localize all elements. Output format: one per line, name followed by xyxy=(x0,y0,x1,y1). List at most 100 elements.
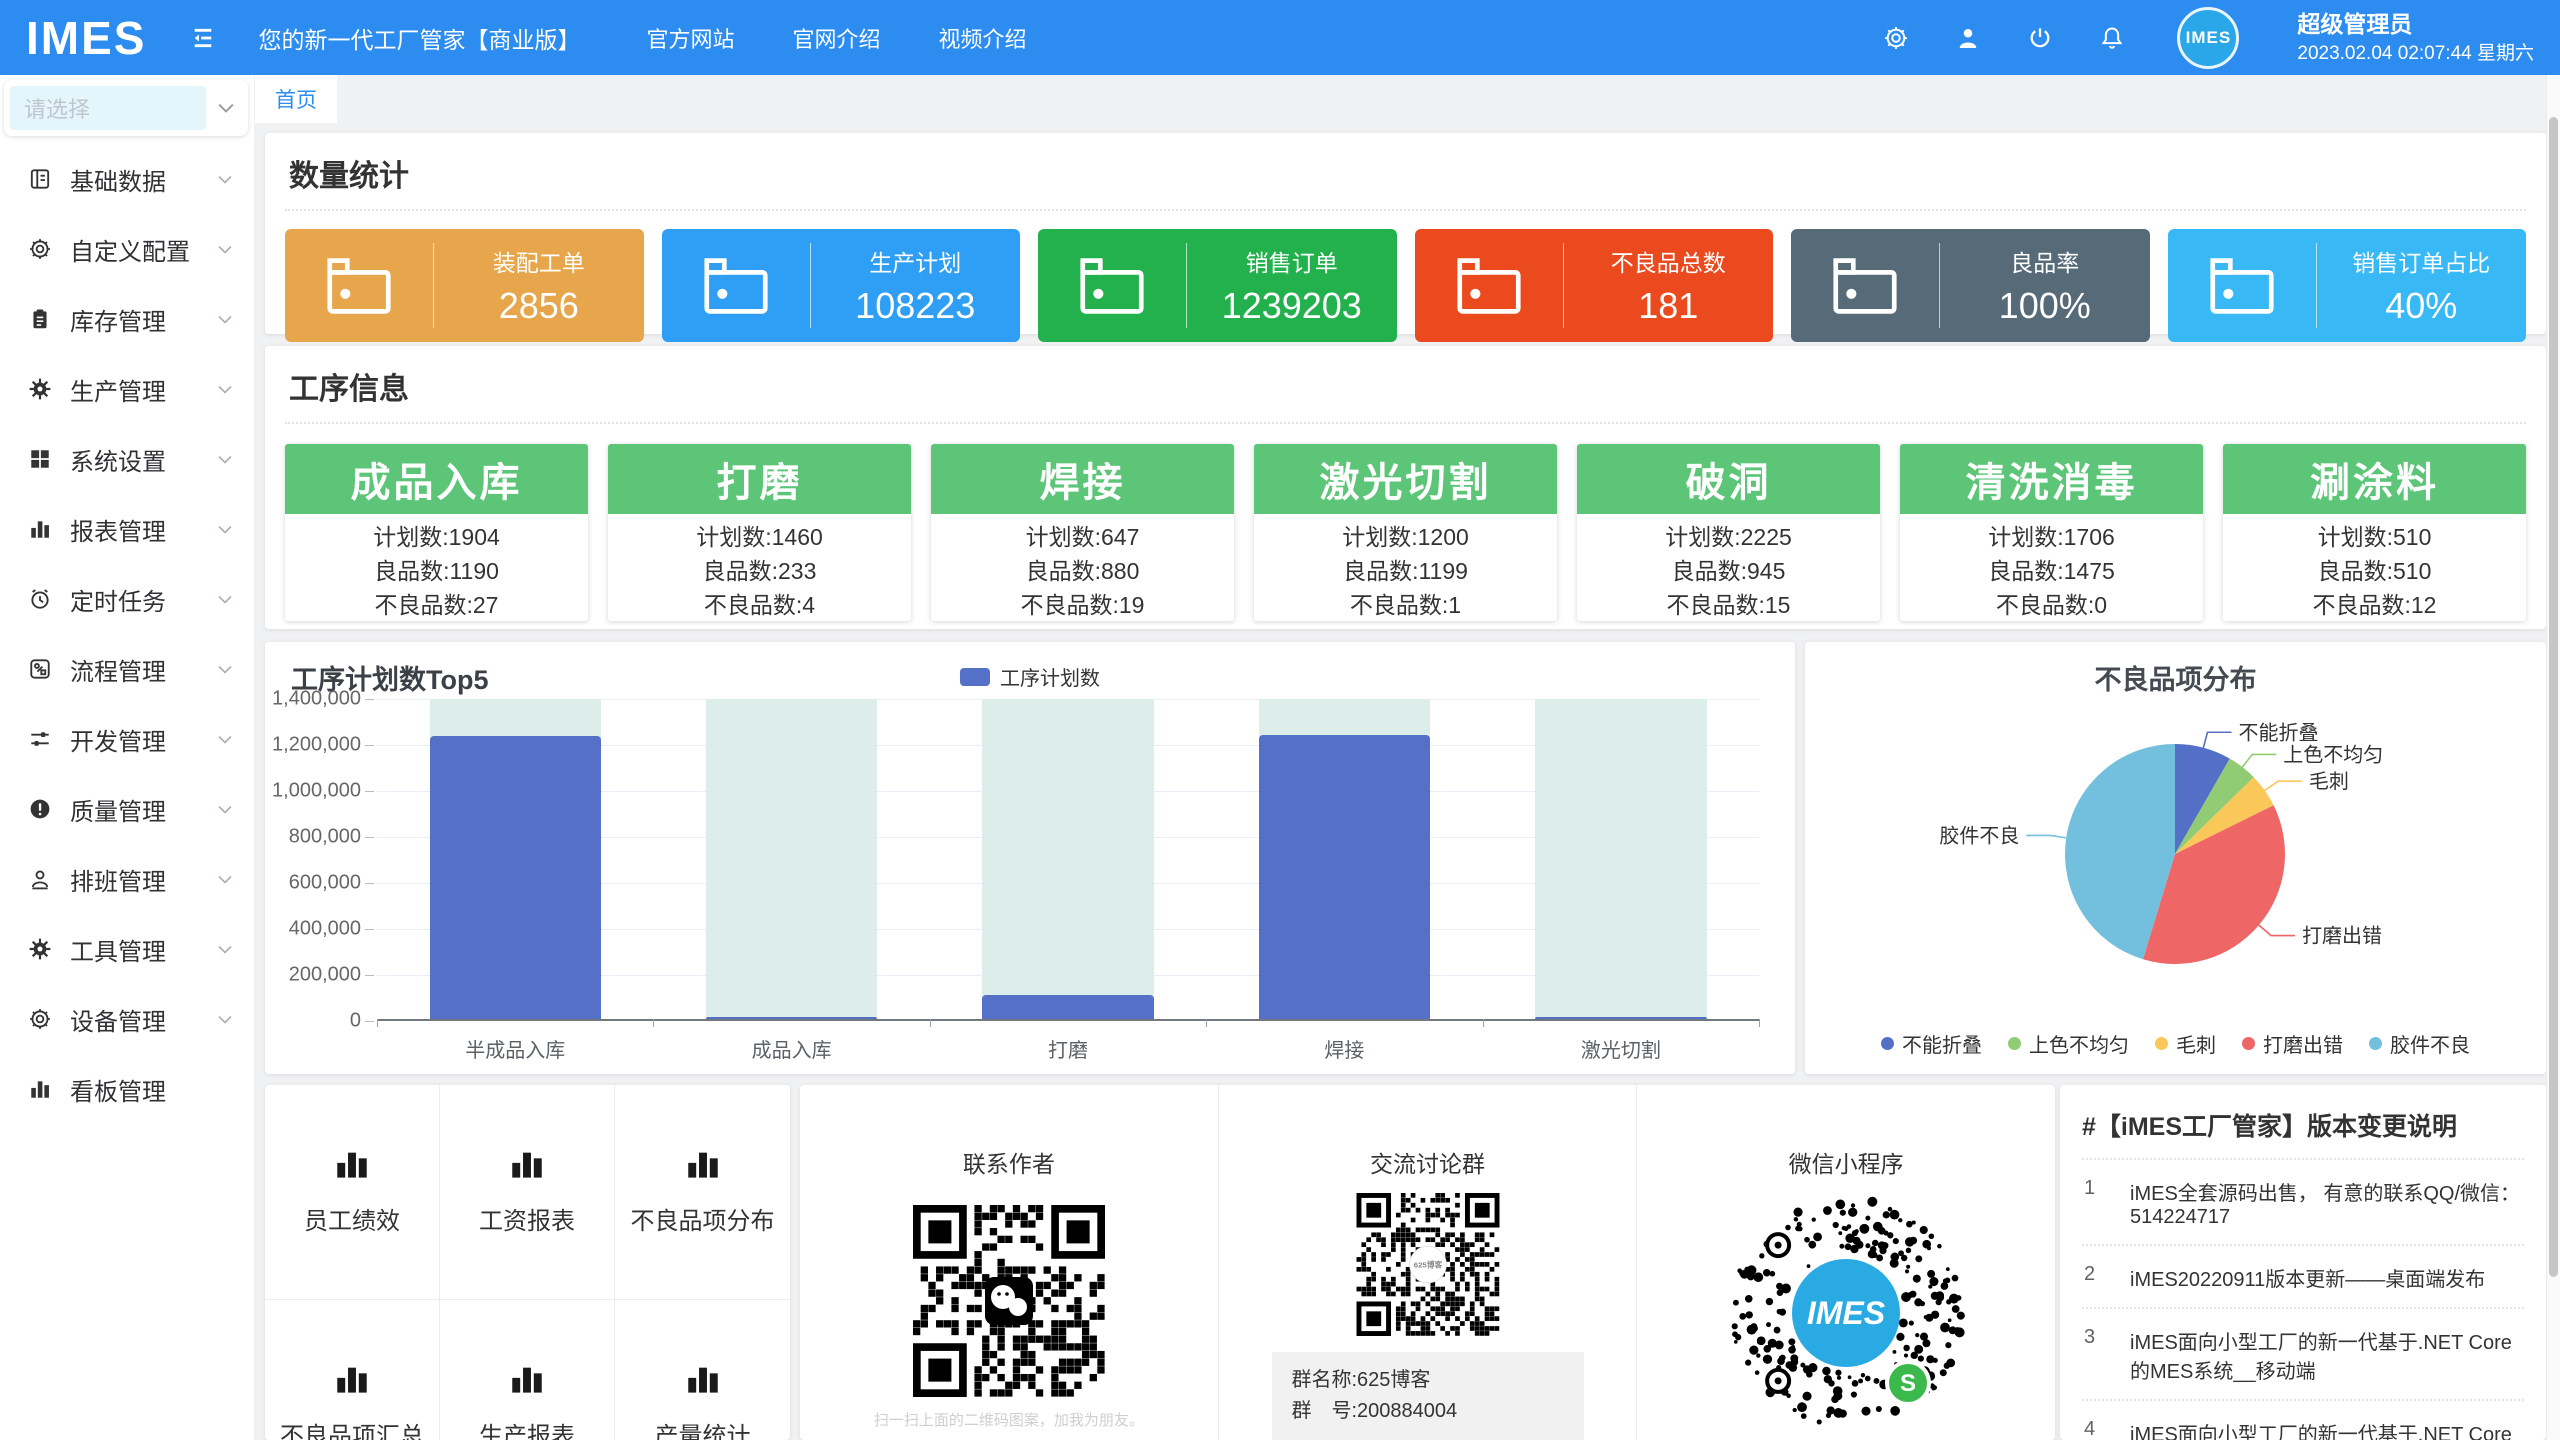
pie-legend-item-上色不均匀[interactable]: 上色不均匀 xyxy=(2008,1029,2129,1058)
sidebar-item-13[interactable]: 设备管理 xyxy=(0,984,254,1054)
group-name: 群名称:625博客 xyxy=(1292,1365,1564,1396)
pie-label: 毛刺 xyxy=(2309,770,2349,793)
top-nav: 官方网站 官网介绍 视频介绍 xyxy=(646,22,1026,54)
sidebar-item-14[interactable]: 看板管理 xyxy=(0,1054,254,1124)
report-shortcut-4[interactable]: 不良品项汇总 xyxy=(265,1300,440,1440)
gear-icon xyxy=(28,237,52,261)
sidebar-item-7[interactable]: 定时任务 xyxy=(0,564,254,634)
changelog-number: 2 xyxy=(2084,1263,2130,1292)
bar xyxy=(982,995,1153,1019)
sidebar-item-3[interactable]: 库存管理 xyxy=(0,284,254,354)
nav-link-video-intro[interactable]: 视频介绍 xyxy=(939,22,1027,54)
settings-icon[interactable] xyxy=(1883,25,1909,51)
changelog-text: iMES面向小型工厂的新一代基于.NET Core的MES系统__移动端 xyxy=(2130,1326,2522,1384)
report-shortcut-1[interactable]: 员工绩效 xyxy=(265,1085,440,1300)
sidebar-item-8[interactable]: 流程管理 xyxy=(0,634,254,704)
pie-legend-item-打磨出错[interactable]: 打磨出错 xyxy=(2242,1029,2343,1058)
process-name: 成品入库 xyxy=(285,444,588,514)
user-name: 超级管理员 xyxy=(2297,10,2534,39)
app-logo: IMES xyxy=(26,11,146,65)
process-bad: 不良品数:15 xyxy=(1577,588,1880,621)
process-name: 焊接 xyxy=(931,444,1234,514)
changelog-number: 1 xyxy=(2084,1177,2130,1229)
sidebar-item-9[interactable]: 开发管理 xyxy=(0,704,254,774)
report-shortcut-6[interactable]: 产量统计 xyxy=(615,1300,790,1440)
chevron-down-icon xyxy=(218,595,232,604)
changelog-card: #【iMES工厂管家】版本变更说明 1iMES全套源码出售， 有意的联系QQ/微… xyxy=(2060,1085,2546,1440)
nav-link-site-intro[interactable]: 官网介绍 xyxy=(792,22,880,54)
gear-solid-icon xyxy=(28,377,52,401)
miniprogram-qr-code: IMESS xyxy=(1720,1187,1972,1439)
stat-value: 181 xyxy=(1638,285,1698,327)
pie-chart-legend: 不能折叠上色不均匀毛刺打磨出错胶件不良 xyxy=(1805,1029,2546,1058)
bar-chart-icon xyxy=(335,1363,369,1400)
sidebar-item-5[interactable]: 系统设置 xyxy=(0,424,254,494)
pie-label: 上色不均匀 xyxy=(2283,743,2383,766)
bar xyxy=(1259,735,1430,1020)
bar-chart-icon xyxy=(686,1363,720,1400)
document-icon xyxy=(28,167,52,191)
tab-home[interactable]: 首页 xyxy=(255,75,337,123)
avatar[interactable]: IMES xyxy=(2177,7,2239,69)
pie-legend-item-毛刺[interactable]: 毛刺 xyxy=(2155,1029,2216,1058)
stat-card-1: 装配工单2856 xyxy=(285,229,644,342)
header-actions: IMES 超级管理员 2023.02.04 02:07:44 星期六 xyxy=(1883,7,2534,69)
svg-text:IMES: IMES xyxy=(1807,1295,1886,1331)
sidebar-nav: 基础数据自定义配置库存管理生产管理系统设置报表管理定时任务流程管理开发管理质量管… xyxy=(0,144,254,1124)
changelog-list: 1iMES全套源码出售， 有意的联系QQ/微信：5142247172iMES20… xyxy=(2082,1160,2524,1440)
process-name: 激光切割 xyxy=(1254,444,1557,514)
stat-label: 销售订单占比 xyxy=(2352,244,2490,278)
sidebar-item-12[interactable]: 工具管理 xyxy=(0,914,254,984)
process-bad: 不良品数:4 xyxy=(608,588,911,621)
stat-label: 良品率 xyxy=(2010,244,2079,278)
report-shortcuts-card: 员工绩效工资报表不良品项分布不良品项汇总生产报表产量统计 xyxy=(265,1085,790,1440)
hamburger-icon xyxy=(188,25,218,51)
chevron-down-icon xyxy=(218,385,232,394)
chevron-down-icon xyxy=(218,875,232,884)
sidebar-collapse-button[interactable] xyxy=(188,25,218,51)
qr-title-miniprogram: 微信小程序 xyxy=(1789,1145,1904,1179)
gear-solid-icon xyxy=(28,937,52,961)
process-name: 破洞 xyxy=(1577,444,1880,514)
sidebar-item-label: 定时任务 xyxy=(70,582,218,617)
sidebar-item-1[interactable]: 基础数据 xyxy=(0,144,254,214)
stat-card-5: 良品率 100% xyxy=(1791,229,2150,342)
stat-label: 不良品总数 xyxy=(1611,244,1726,278)
nav-link-official-site[interactable]: 官方网站 xyxy=(646,22,734,54)
sidebar-item-2[interactable]: 自定义配置 xyxy=(0,214,254,284)
pie-legend-item-不能折叠[interactable]: 不能折叠 xyxy=(1881,1029,1982,1058)
legend-swatch xyxy=(960,668,990,686)
sidebar-item-11[interactable]: 排班管理 xyxy=(0,844,254,914)
sidebar-item-label: 开发管理 xyxy=(70,722,218,757)
menu-search-select[interactable]: 请选择 xyxy=(4,80,248,136)
y-tick-label: 400,000 xyxy=(289,918,361,941)
stat-label: 销售订单 xyxy=(1246,244,1338,278)
scrollbar-thumb[interactable] xyxy=(2549,117,2558,1277)
report-shortcut-5[interactable]: 生产报表 xyxy=(440,1300,615,1440)
stat-cards-row: 装配工单2856 生产计划108223 销售订单1239203 不良品总数 181… xyxy=(285,229,2526,342)
power-icon[interactable] xyxy=(2027,25,2053,51)
changelog-row-2: 2iMES20220911版本更新——桌面端发布 xyxy=(2082,1246,2524,1309)
sidebar-item-6[interactable]: 报表管理 xyxy=(0,494,254,564)
bell-icon[interactable] xyxy=(2099,25,2125,51)
sidebar-item-label: 排班管理 xyxy=(70,862,218,897)
qr-title-contact-author: 联系作者 xyxy=(963,1145,1055,1179)
sidebar-item-4[interactable]: 生产管理 xyxy=(0,354,254,424)
sidebar-item-10[interactable]: 质量管理 xyxy=(0,774,254,844)
pie-legend-item-胶件不良[interactable]: 胶件不良 xyxy=(2369,1029,2470,1058)
stat-card-2: 生产计划108223 xyxy=(662,229,1021,342)
stat-card-3: 销售订单1239203 xyxy=(1038,229,1397,342)
report-shortcuts-grid: 员工绩效工资报表不良品项分布不良品项汇总生产报表产量统计 xyxy=(265,1085,790,1440)
report-shortcut-2[interactable]: 工资报表 xyxy=(440,1085,615,1300)
process-section-title: 工序信息 xyxy=(285,358,2526,424)
sidebar-item-label: 流程管理 xyxy=(70,652,218,687)
user-icon[interactable] xyxy=(1955,25,1981,51)
chevron-down-icon xyxy=(218,735,232,744)
report-shortcut-3[interactable]: 不良品项分布 xyxy=(615,1085,790,1300)
stat-value: 100% xyxy=(1999,285,2091,327)
process-plan: 计划数:1706 xyxy=(1900,520,2203,554)
stat-value: 40% xyxy=(2385,285,2457,327)
process-bad: 不良品数:0 xyxy=(1900,588,2203,621)
process-bad: 不良品数:12 xyxy=(2223,588,2526,621)
bar-chart-legend[interactable]: 工序计划数 xyxy=(960,662,1100,691)
